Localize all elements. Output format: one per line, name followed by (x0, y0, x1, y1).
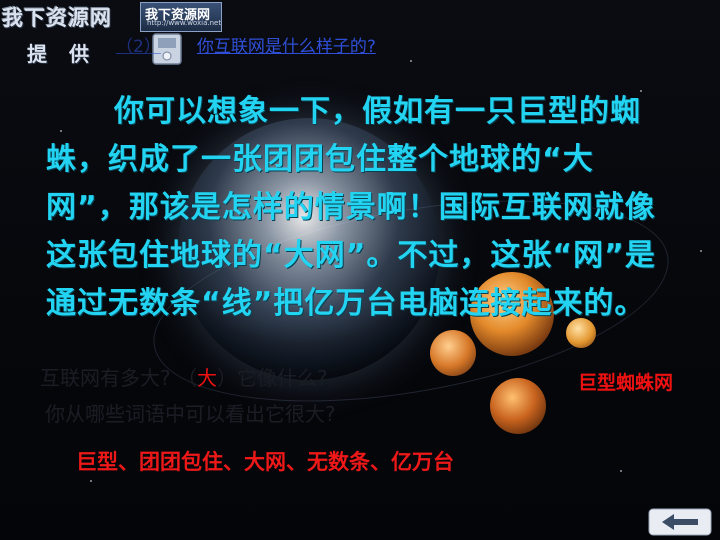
question-size-after: ）它像什么? (216, 366, 328, 390)
keywords-answer: 巨型、团团包住、大网、无数条、亿万台 (76, 450, 454, 474)
paragraph-text: 你可以想象一下，假如有一只巨型的蜘蛛，织成了一张团团包住整个地球的“大网”，那该… (46, 94, 656, 321)
star-decoration (620, 470, 622, 472)
logo-subtitle: 提供 (27, 42, 111, 66)
answer-spider-web: 巨型蜘蛛网 (578, 372, 674, 394)
question-words: 你从哪些词语中可以看出它很大? (45, 402, 336, 426)
logo-badge-url: http://www.woxia.net (147, 19, 222, 27)
star-decoration (90, 480, 92, 482)
back-arrow-icon[interactable] (648, 508, 712, 536)
planet-decoration (490, 378, 546, 434)
question-size-answer: 大 (196, 366, 217, 390)
star-decoration (700, 250, 702, 252)
question-size-before: 互联网有多大? （ (40, 366, 197, 390)
main-paragraph: 你可以想象一下，假如有一只巨型的蜘蛛，织成了一张团团包住整个地球的“大网”，那该… (46, 88, 676, 328)
question-text: 你互联网是什么样子的? (196, 37, 376, 57)
logo-title: 我下资源网 (2, 6, 112, 30)
star-decoration (410, 60, 412, 62)
planet-decoration (430, 330, 476, 376)
question-size: 互联网有多大? （大）它像什么? (40, 362, 328, 391)
slide: 我下资源网 提供 我下资源网 http://www.woxia.net （2）你… (0, 0, 720, 540)
question-link[interactable]: （2） 你互联网是什么样子的? (116, 32, 376, 57)
question-number: （2） (116, 37, 161, 57)
